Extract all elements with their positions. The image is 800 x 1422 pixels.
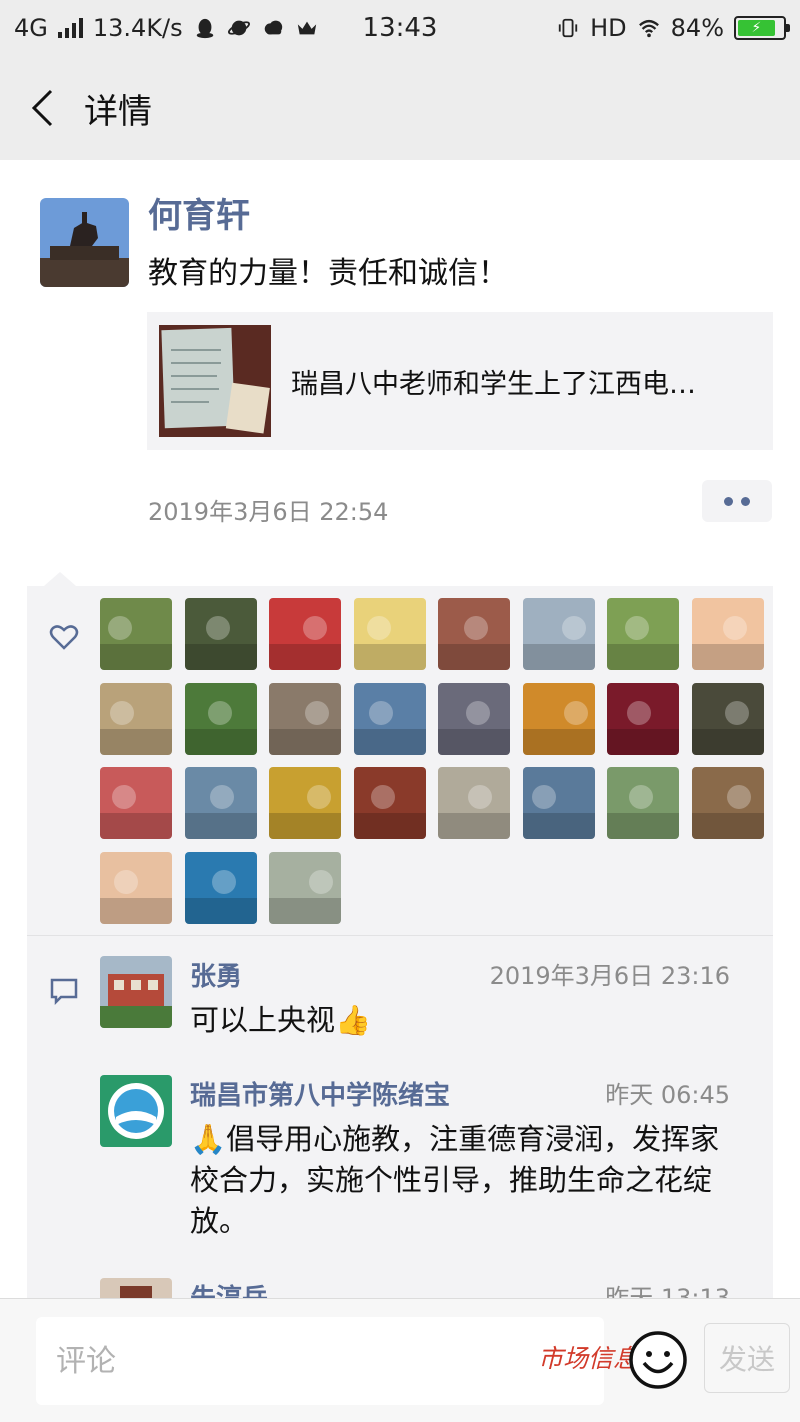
comment-text[interactable]: 🙏倡导用心施教，注重德育浸润，发挥家校合力，实施个性引导，推助生命之花绽放。 — [190, 1119, 735, 1242]
like-avatar[interactable] — [100, 598, 172, 670]
post-text: 教育的力量！责任和诚信！ — [148, 256, 508, 291]
interaction-caret — [44, 572, 76, 586]
nav-bar: 详情 — [0, 56, 800, 160]
divider — [27, 935, 773, 936]
like-avatar[interactable] — [269, 598, 341, 670]
like-avatar[interactable] — [438, 767, 510, 839]
like-avatar[interactable] — [269, 682, 341, 755]
link-title: 瑞昌八中老师和学生上了江西电… — [291, 368, 696, 400]
like-avatar[interactable] — [100, 767, 172, 839]
like-avatar[interactable] — [184, 767, 257, 839]
commenter-name[interactable]: 张勇 — [190, 956, 242, 993]
like-avatar[interactable] — [269, 767, 341, 839]
page-title: 详情 — [84, 91, 152, 132]
chevron-left-icon — [31, 89, 53, 127]
vibrate-icon — [558, 18, 578, 38]
commenter-name[interactable]: 朱淳岳 — [190, 1278, 268, 1298]
like-avatar[interactable] — [353, 598, 426, 670]
qq-icon — [196, 18, 213, 39]
hd-label: HD — [590, 14, 627, 42]
signal-icon — [57, 18, 83, 38]
wifi-icon — [638, 19, 659, 38]
commenter-avatar[interactable] — [100, 1075, 172, 1147]
like-avatar[interactable] — [100, 851, 172, 924]
likes-grid — [100, 598, 770, 924]
send-button[interactable]: 发送 — [704, 1323, 790, 1393]
comment-input-bar: 市场信息报 发送 — [0, 1298, 800, 1422]
moment-detail: 何育轩 教育的力量！责任和诚信！ 瑞昌八中老师和学生上了江西电… 2019年3月… — [0, 160, 800, 1298]
like-avatar[interactable] — [691, 598, 764, 670]
emoji-icon[interactable] — [628, 1330, 688, 1390]
like-avatar[interactable] — [184, 682, 257, 755]
like-avatar[interactable] — [438, 598, 510, 670]
battery-icon: ⚡ — [734, 16, 790, 40]
comment-time: 昨天 13:13 — [605, 1284, 730, 1298]
status-bar: 4G 13.4K/s 13:43 HD 84% ⚡ — [0, 0, 800, 56]
comment-input[interactable] — [36, 1317, 604, 1405]
like-avatar[interactable] — [691, 682, 764, 755]
like-avatar[interactable] — [522, 598, 595, 670]
commenter-avatar[interactable] — [100, 1278, 172, 1298]
comment-time: 2019年3月6日 23:16 — [489, 962, 730, 990]
comment-text[interactable]: 可以上央视👍 — [190, 1000, 735, 1041]
more-actions-button[interactable] — [702, 480, 772, 522]
heart-icon — [49, 625, 79, 650]
like-avatar[interactable] — [100, 682, 172, 755]
network-type: 4G — [14, 14, 48, 42]
like-avatar[interactable] — [269, 851, 341, 924]
commenter-name[interactable]: 瑞昌市第八中学陈绪宝 — [190, 1075, 450, 1112]
battery-percent: 84% — [670, 14, 724, 42]
author-name[interactable]: 何育轩 — [148, 188, 250, 237]
back-button[interactable] — [0, 56, 84, 160]
like-avatar[interactable] — [522, 682, 595, 755]
net-speed: 13.4K/s — [92, 14, 183, 42]
interaction-panel: 张勇 2019年3月6日 23:16 可以上央视👍 瑞昌市第八中学陈绪宝 昨天 … — [27, 586, 773, 1298]
commenter-avatar[interactable] — [100, 956, 172, 1028]
like-avatar[interactable] — [184, 598, 257, 670]
planet-icon — [227, 20, 250, 36]
like-avatar[interactable] — [353, 767, 426, 839]
shared-link-card[interactable]: 瑞昌八中老师和学生上了江西电… — [147, 312, 773, 450]
like-avatar[interactable] — [438, 682, 510, 755]
like-avatar[interactable] — [522, 767, 595, 839]
post-time: 2019年3月6日 22:54 — [148, 498, 389, 526]
cloud-icon — [264, 20, 282, 35]
like-avatar[interactable] — [184, 851, 257, 924]
author-avatar[interactable] — [40, 198, 129, 287]
comment-icon — [50, 978, 78, 1006]
comment-time: 昨天 06:45 — [605, 1081, 730, 1109]
like-avatar[interactable] — [353, 682, 426, 755]
like-avatar[interactable] — [607, 682, 679, 755]
like-avatar[interactable] — [607, 598, 679, 670]
link-thumbnail — [159, 325, 271, 437]
like-avatar[interactable] — [691, 767, 764, 839]
like-avatar[interactable] — [607, 767, 679, 839]
crown-icon — [297, 21, 316, 35]
